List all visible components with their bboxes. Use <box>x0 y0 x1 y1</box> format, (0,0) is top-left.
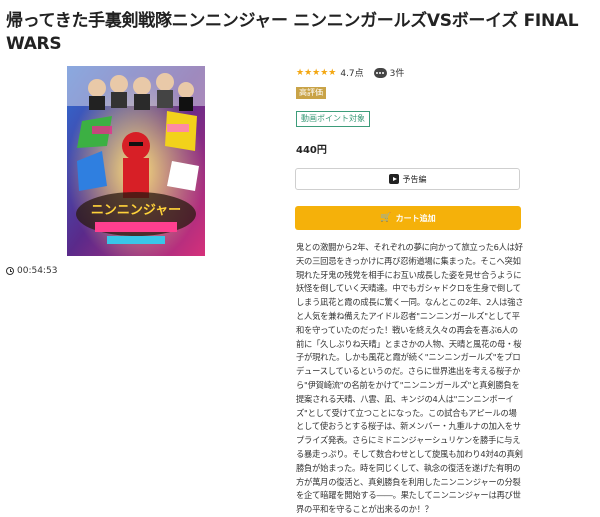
trailer-button[interactable]: 予告編 <box>295 168 520 190</box>
high-rating-badge: 高評価 <box>296 87 326 99</box>
page-title: 帰ってきた手裏剣戦隊ニンニンジャー ニンニンガールズVSボーイズ FINAL W… <box>6 11 579 54</box>
add-to-cart-button[interactable]: 🛒 カート追加 <box>295 206 521 230</box>
comment-count[interactable]: 3件 <box>390 66 405 79</box>
rating-score: 4.7点 <box>340 69 364 79</box>
duration-value: 00:54:53 <box>17 266 58 276</box>
duration: 00:54:53 <box>6 266 57 276</box>
play-icon <box>388 174 399 184</box>
price: 440円 <box>296 145 327 156</box>
cover-art: ニンニンジャー <box>67 66 205 256</box>
add-to-cart-label: カート追加 <box>395 213 436 223</box>
point-eligible-badge: 動画ポイント対象 <box>296 111 370 127</box>
cart-icon: 🛒 <box>380 213 392 223</box>
trailer-label: 予告編 <box>402 174 427 184</box>
svg-text:ニンニンジャー: ニンニンジャー <box>91 203 181 218</box>
rating-stars: ★★★★★ <box>296 67 337 78</box>
description: 鬼との激闘から2年、それぞれの夢に向かって旅立った6人は好天の三回忌をきっかけに… <box>296 242 524 515</box>
cover-image[interactable]: ニンニンジャー <box>67 66 205 256</box>
comment-icon[interactable] <box>373 67 387 78</box>
rating-row: ★★★★★ 4.7点 3件 <box>296 66 404 79</box>
clock-icon <box>6 267 14 275</box>
